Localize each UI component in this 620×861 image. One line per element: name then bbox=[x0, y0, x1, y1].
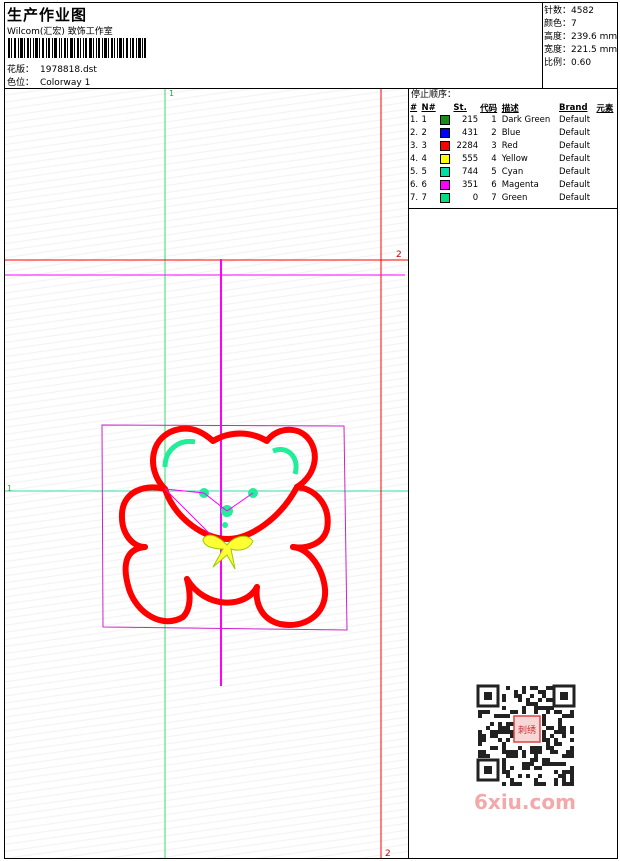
row-needle: 4 bbox=[421, 154, 427, 164]
row-brand: Default bbox=[558, 141, 591, 151]
guide-label-green-left: 1 bbox=[7, 484, 12, 493]
row-stitches: 744 bbox=[461, 167, 479, 177]
row-code: 3 bbox=[491, 141, 497, 151]
row-description: Magenta bbox=[501, 180, 539, 190]
stat-height: 高度：239.6 mm bbox=[544, 32, 618, 42]
row-element bbox=[595, 140, 617, 153]
row-index: 6. bbox=[410, 180, 419, 190]
color-swatch-icon bbox=[439, 153, 450, 164]
row-description: Green bbox=[501, 193, 528, 203]
table-row[interactable]: 4. 4 555 4 Yellow Default bbox=[409, 153, 617, 166]
embroidery-preview: 1 1 2 2 bbox=[5, 89, 408, 858]
row-description: Blue bbox=[501, 128, 521, 138]
stat-scale: 比例：0.60 bbox=[544, 58, 592, 68]
stop-sequence-panel: 停止顺序： # N# St. 代码 描述 Brand 元素 1. 1 215 1 Dar… bbox=[409, 89, 617, 208]
row-brand: Default bbox=[558, 193, 591, 203]
row-needle: 7 bbox=[421, 193, 427, 203]
table-header-row: # N# St. 代码 描述 Brand 元素 bbox=[410, 102, 614, 114]
row-needle: 3 bbox=[421, 141, 427, 151]
table-row[interactable]: 5. 5 744 5 Cyan Default bbox=[409, 166, 617, 179]
guide-label-red-bottom: 2 bbox=[385, 849, 391, 858]
row-brand: Default bbox=[558, 180, 591, 190]
row-brand: Default bbox=[558, 154, 591, 164]
row-code: 5 bbox=[491, 167, 497, 177]
row-stitches: 215 bbox=[461, 115, 479, 125]
color-swatch bbox=[439, 192, 453, 205]
row-element bbox=[595, 192, 617, 205]
row-index: 7. bbox=[410, 193, 419, 203]
row-needle: 1 bbox=[421, 115, 427, 125]
row-needle: 5 bbox=[421, 167, 427, 177]
row-index: 3. bbox=[410, 141, 419, 151]
stat-stitches: 针数：4582 bbox=[544, 6, 594, 16]
color-swatch bbox=[439, 153, 453, 166]
color-swatch bbox=[439, 114, 453, 127]
table-row[interactable]: 1. 1 215 1 Dark Green Default bbox=[409, 114, 617, 127]
guide-label-red-right: 2 bbox=[396, 250, 402, 260]
color-swatch bbox=[439, 140, 453, 153]
color-swatch-icon bbox=[439, 140, 450, 151]
row-index: 2. bbox=[410, 128, 419, 138]
color-swatch bbox=[439, 127, 453, 140]
row-index: 4. bbox=[410, 154, 419, 164]
row-stitches: 2284 bbox=[456, 141, 479, 151]
row-description: Dark Green bbox=[501, 115, 551, 125]
colorway: 色位： Colorway 1 bbox=[7, 78, 91, 88]
qr-code: 刺绣 bbox=[470, 680, 582, 792]
stat-colors: 颜色：7 bbox=[544, 19, 577, 29]
table-divider bbox=[408, 208, 618, 209]
color-swatch bbox=[439, 166, 453, 179]
row-code: 7 bbox=[491, 193, 497, 203]
row-element bbox=[595, 166, 617, 179]
stat-width: 宽度：221.5 mm bbox=[544, 45, 618, 55]
row-stitches: 0 bbox=[472, 193, 479, 203]
row-index: 5. bbox=[410, 167, 419, 177]
design-canvas[interactable]: 1 1 2 2 bbox=[5, 89, 408, 858]
header: 生产作业图 Wilcom(汇宏) 致饰工作室 花版： 1978818.dst 色位… bbox=[4, 2, 543, 88]
table-row[interactable]: 6. 6 351 6 Magenta Default bbox=[409, 179, 617, 192]
row-brand: Default bbox=[558, 167, 591, 177]
page-title: 生产作业图 bbox=[7, 6, 88, 24]
row-stitches: 431 bbox=[461, 128, 479, 138]
row-description: Red bbox=[501, 141, 518, 151]
row-code: 2 bbox=[491, 128, 497, 138]
color-swatch-icon bbox=[439, 179, 450, 190]
bear-ears bbox=[162, 438, 299, 475]
guide-label-green-top: 1 bbox=[169, 89, 174, 98]
row-stitches: 555 bbox=[461, 154, 479, 164]
design-file: 花版： 1978818.dst bbox=[7, 65, 97, 75]
table-row[interactable]: 2. 2 431 2 Blue Default bbox=[409, 127, 617, 140]
row-element bbox=[595, 153, 617, 166]
color-swatch bbox=[439, 179, 453, 192]
row-element bbox=[595, 127, 617, 140]
page-subtitle: Wilcom(汇宏) 致饰工作室 bbox=[7, 27, 113, 37]
row-description: Yellow bbox=[501, 154, 528, 164]
row-index: 1. bbox=[410, 115, 419, 125]
color-swatch-icon bbox=[439, 166, 450, 177]
row-element bbox=[595, 114, 617, 127]
row-brand: Default bbox=[558, 128, 591, 138]
qr-seal: 刺绣 bbox=[518, 724, 536, 736]
row-brand: Default bbox=[558, 115, 591, 125]
stop-sequence-title: 停止顺序： bbox=[411, 90, 457, 100]
design-stats: 针数：4582 颜色：7 高度：239.6 mm 宽度：221.5 mm 比例：… bbox=[542, 2, 618, 88]
color-table: # N# St. 代码 描述 Brand 元素 1. 1 215 1 Dark Gree… bbox=[409, 101, 617, 205]
color-swatch-icon bbox=[439, 127, 450, 138]
row-element bbox=[595, 179, 617, 192]
row-stitches: 351 bbox=[461, 180, 479, 190]
barcode bbox=[8, 38, 146, 58]
row-code: 1 bbox=[491, 115, 497, 125]
watermark: 6xiu.com bbox=[474, 790, 576, 814]
table-row[interactable]: 7. 7 0 7 Green Default bbox=[409, 192, 617, 205]
color-swatch-icon bbox=[439, 114, 450, 125]
row-needle: 2 bbox=[421, 128, 427, 138]
table-row[interactable]: 3. 3 2284 3 Red Default bbox=[409, 140, 617, 153]
row-code: 6 bbox=[491, 180, 497, 190]
row-description: Cyan bbox=[501, 167, 524, 177]
bear-mouth bbox=[222, 522, 228, 528]
color-swatch-icon bbox=[439, 192, 450, 203]
row-needle: 6 bbox=[421, 180, 427, 190]
row-code: 4 bbox=[491, 154, 497, 164]
